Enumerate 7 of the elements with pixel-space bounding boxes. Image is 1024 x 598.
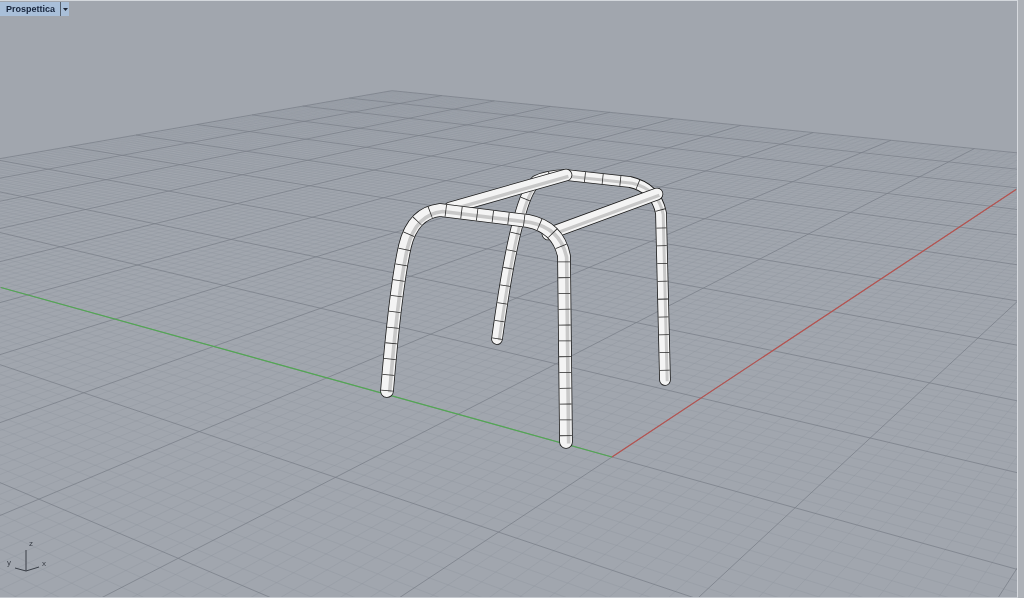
axis-icon: [14, 550, 40, 573]
caret-icon: [62, 7, 68, 11]
viewport-menu-button[interactable]: [60, 2, 70, 16]
viewport-title-tab[interactable]: Prospettica: [0, 2, 61, 16]
axis-label: y: [7, 559, 11, 567]
axis-label: z: [29, 540, 33, 548]
axis-label: x: [42, 560, 46, 568]
